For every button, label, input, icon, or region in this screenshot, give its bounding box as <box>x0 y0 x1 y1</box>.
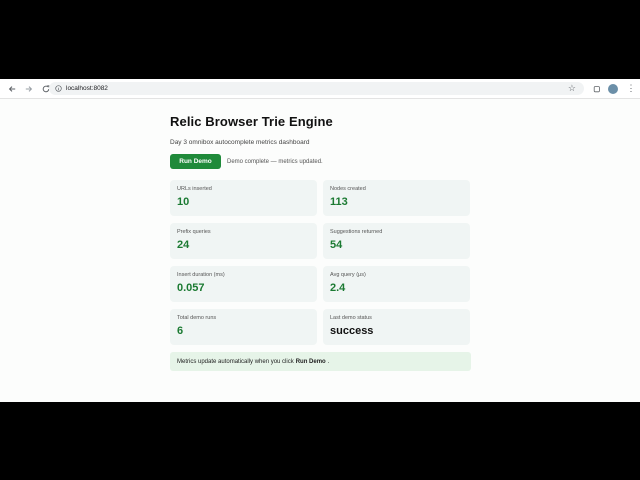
dashboard: Relic Browser Trie Engine Day 3 omnibox … <box>170 114 471 371</box>
metric-label: Last demo status <box>330 315 372 321</box>
metric-label: Total demo runs <box>177 315 217 321</box>
metric-card-prefix-queries: Prefix queries 24 <box>170 223 317 259</box>
profile-avatar[interactable] <box>608 83 618 94</box>
bookmark-star-icon[interactable]: ☆ <box>568 83 576 94</box>
metrics-grid: URLs inserted 10 Nodes created 113 Prefi… <box>170 180 471 345</box>
metric-value: success <box>330 325 374 337</box>
metric-card-urls-inserted: URLs inserted 10 <box>170 180 317 216</box>
forward-icon[interactable] <box>21 81 37 97</box>
metric-card-last-demo-status: Last demo status success <box>323 309 470 345</box>
browser-toolbar: localhost:8082 ☆ ⋮ <box>0 79 640 99</box>
metric-value: 113 <box>330 196 348 208</box>
metric-card-insert-duration: Insert duration (ms) 0.057 <box>170 266 317 302</box>
address-bar[interactable]: localhost:8082 ☆ <box>49 82 584 95</box>
back-icon[interactable] <box>4 81 20 97</box>
metric-label: URLs inserted <box>177 186 212 192</box>
metric-label: Prefix queries <box>177 229 211 235</box>
metric-card-total-demo-runs: Total demo runs 6 <box>170 309 317 345</box>
page-subtitle: Day 3 omnibox autocomplete metrics dashb… <box>170 139 310 146</box>
metric-label: Insert duration (ms) <box>177 272 225 278</box>
run-demo-button[interactable]: Run Demo <box>170 154 221 169</box>
metric-value: 6 <box>177 325 184 337</box>
demo-status-text: Demo complete — metrics updated. <box>227 158 323 165</box>
metric-card-nodes-created: Nodes created 113 <box>323 180 470 216</box>
page-content: Relic Browser Trie Engine Day 3 omnibox … <box>0 99 640 402</box>
metric-value: 10 <box>177 196 190 208</box>
note-suffix: . <box>327 358 330 365</box>
extensions-icon[interactable] <box>590 82 604 96</box>
metric-label: Avg query (μs) <box>330 272 366 278</box>
metric-value: 54 <box>330 239 343 251</box>
note-run-demo: Run Demo <box>295 358 326 365</box>
page-title: Relic Browser Trie Engine <box>170 114 333 129</box>
url-text: localhost:8082 <box>66 85 108 92</box>
metric-value: 0.057 <box>177 282 205 294</box>
metric-card-suggestions-returned: Suggestions returned 54 <box>323 223 470 259</box>
metric-label: Nodes created <box>330 186 366 192</box>
metric-value: 2.4 <box>330 282 346 294</box>
menu-kebab-icon[interactable]: ⋮ <box>624 82 638 96</box>
metric-card-avg-query: Avg query (μs) 2.4 <box>323 266 470 302</box>
site-info-icon[interactable] <box>54 85 62 93</box>
info-note: Metrics update automatically when you cl… <box>170 352 471 371</box>
metric-value: 24 <box>177 239 190 251</box>
note-prefix: Metrics update automatically when you cl… <box>177 358 294 365</box>
metric-label: Suggestions returned <box>330 229 383 235</box>
browser-window: localhost:8082 ☆ ⋮ Relic Browser Trie En… <box>0 79 640 402</box>
